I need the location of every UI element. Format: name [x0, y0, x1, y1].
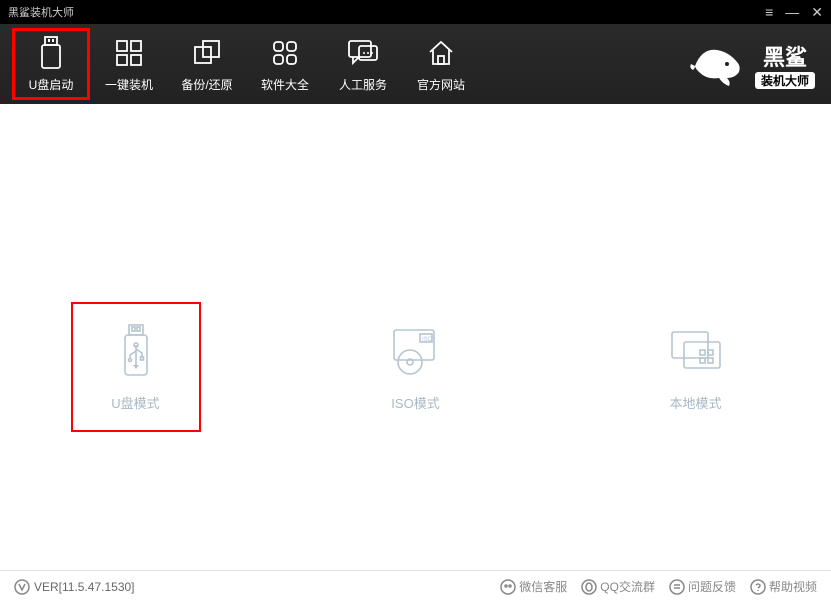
toolbar: U盘启动 一键装机 备份/还原 软件大全 人工服务 官方网站	[0, 24, 831, 104]
usb-icon	[34, 36, 68, 70]
brand-logo: 黑鲨 装机大师	[687, 38, 815, 90]
footer-wechat[interactable]: 微信客服	[500, 578, 567, 595]
copy-icon	[190, 36, 224, 70]
nav-label: 备份/还原	[181, 76, 232, 93]
main-content: U盘模式 ISO ISO模式 本地模式	[0, 104, 831, 570]
nav-website[interactable]: 官方网站	[402, 28, 480, 100]
mode-label: U盘模式	[111, 393, 159, 412]
local-mode-icon	[668, 323, 724, 379]
nav-usb-boot[interactable]: U盘启动	[12, 28, 90, 100]
nav-label: U盘启动	[29, 76, 74, 93]
nav-label: 人工服务	[339, 76, 387, 93]
shark-icon	[687, 38, 747, 90]
iso-mode-icon: ISO	[388, 323, 444, 379]
app-title: 黑鲨装机大师	[8, 4, 74, 20]
title-bar: 黑鲨装机大师 ≡ — ✕	[0, 0, 831, 24]
apps-icon	[268, 36, 302, 70]
status-bar: VER[11.5.47.1530] 微信客服 QQ交流群 问题反馈 帮助视频	[0, 570, 831, 602]
menu-icon[interactable]: ≡	[765, 4, 773, 20]
mode-usb[interactable]: U盘模式	[71, 302, 201, 432]
footer-qq[interactable]: QQ交流群	[581, 578, 655, 595]
mode-label: 本地模式	[669, 393, 721, 412]
chat-icon	[346, 36, 380, 70]
nav-backup-restore[interactable]: 备份/还原	[168, 28, 246, 100]
mode-iso[interactable]: ISO ISO模式	[351, 302, 481, 432]
window-controls: ≡ — ✕	[765, 4, 823, 21]
version-label: VER[11.5.47.1530]	[14, 579, 135, 595]
svg-text:ISO: ISO	[422, 337, 433, 343]
home-icon	[424, 36, 458, 70]
nav-label: 软件大全	[261, 76, 309, 93]
windows-icon	[112, 36, 146, 70]
minimize-icon[interactable]: —	[785, 4, 799, 20]
usb-mode-icon	[108, 323, 164, 379]
close-icon[interactable]: ✕	[811, 4, 823, 21]
mode-local[interactable]: 本地模式	[631, 302, 761, 432]
nav-label: 官方网站	[417, 76, 465, 93]
nav-support[interactable]: 人工服务	[324, 28, 402, 100]
footer-feedback[interactable]: 问题反馈	[669, 578, 736, 595]
brand-name: 黑鲨	[763, 40, 807, 72]
mode-label: ISO模式	[391, 393, 439, 412]
nav-label: 一键装机	[105, 76, 153, 93]
nav-software[interactable]: 软件大全	[246, 28, 324, 100]
brand-subtitle: 装机大师	[755, 72, 815, 89]
nav-one-click[interactable]: 一键装机	[90, 28, 168, 100]
footer-help[interactable]: 帮助视频	[750, 578, 817, 595]
